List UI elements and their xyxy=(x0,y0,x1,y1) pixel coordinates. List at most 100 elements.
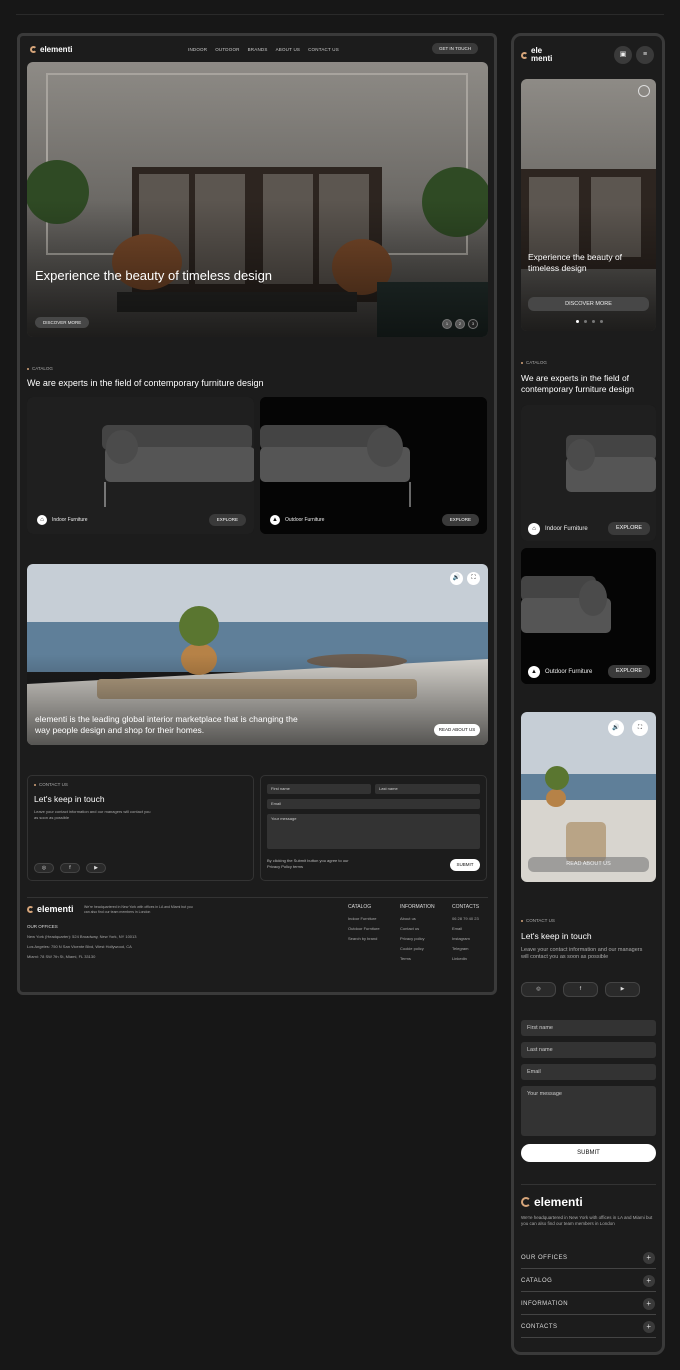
logo-icon xyxy=(521,51,528,59)
footer-link[interactable]: Contact us xyxy=(400,924,435,934)
footer-link[interactable]: Outdoor Furniture xyxy=(348,924,380,934)
desktop-nav: elementi INDOOR OUTDOOR BRANDS ABOUT US … xyxy=(30,42,480,56)
slide-dot[interactable] xyxy=(600,320,603,323)
footer-link[interactable]: Instagram xyxy=(452,934,479,944)
slide-dot[interactable]: 2 xyxy=(455,319,465,329)
footer-tagline: We're headquartered in New York with off… xyxy=(84,905,193,914)
explore-button[interactable]: EXPLORE xyxy=(608,522,650,535)
nav-menu: INDOOR OUTDOOR BRANDS ABOUT US CONTACT U… xyxy=(188,47,339,52)
outdoor-card[interactable]: ▲ Outdoor Furniture EXPLORE xyxy=(260,397,487,534)
hero-image xyxy=(521,79,656,331)
house-icon: ⌂ xyxy=(37,515,47,525)
footer-link[interactable]: Email xyxy=(452,924,479,934)
plus-icon: + xyxy=(643,1275,655,1287)
accordion-catalog[interactable]: CATALOG + xyxy=(521,1270,656,1292)
footer-link[interactable]: Linkedin xyxy=(452,954,479,964)
menu-icon[interactable]: ≡ xyxy=(636,46,654,64)
logo-icon xyxy=(521,1197,531,1207)
footer-link[interactable]: Cookie policy xyxy=(400,944,435,954)
last-name-field[interactable]: Last name xyxy=(375,784,480,794)
first-name-field[interactable]: First name xyxy=(521,1020,656,1036)
footer-link[interactable]: Telegram xyxy=(452,944,479,954)
nav-item-contact[interactable]: CONTACT US xyxy=(308,47,339,52)
email-field[interactable]: Email xyxy=(521,1064,656,1080)
footer-link[interactable]: Indoor Furniture xyxy=(348,914,380,924)
outdoor-card[interactable]: ▲ Outdoor Furniture EXPLORE xyxy=(521,548,656,684)
first-name-field[interactable]: First name xyxy=(267,784,371,794)
logo[interactable]: elementi xyxy=(30,45,72,54)
last-name-field[interactable]: Last name xyxy=(521,1042,656,1058)
sofa-image xyxy=(521,405,656,541)
contact-title: Let's keep in touch xyxy=(34,794,105,804)
logo-icon xyxy=(30,45,37,53)
facebook-icon[interactable]: f xyxy=(60,863,80,873)
hero-pagination: 1 2 3 xyxy=(442,319,478,329)
about-video[interactable]: 🔊 ⛶ elementi is the leading global inter… xyxy=(27,564,488,745)
footer-link[interactable]: 06 28 79 40 23 xyxy=(452,914,479,924)
catalog-title: We are experts in the field of contempor… xyxy=(521,373,634,394)
slide-dot[interactable]: 1 xyxy=(442,319,452,329)
youtube-icon[interactable]: ▶ xyxy=(86,863,106,873)
footer-tagline: We're headquartered in New York with off… xyxy=(521,1215,653,1226)
footer-catalog: CATALOG Indoor Furniture Outdoor Furnitu… xyxy=(348,902,380,944)
footer-logo[interactable]: elementi xyxy=(27,904,74,914)
fullscreen-icon[interactable]: ⛶ xyxy=(632,720,648,736)
outdoor-label: ▲ Outdoor Furniture xyxy=(270,515,324,525)
catalog-title: We are experts in the field of contempor… xyxy=(27,378,264,388)
indoor-card[interactable]: ⌂ Indoor Furniture EXPLORE xyxy=(27,397,254,534)
email-field[interactable]: Email xyxy=(267,799,480,809)
instagram-icon[interactable]: ◎ xyxy=(34,863,54,873)
youtube-icon[interactable]: ▶ xyxy=(605,982,640,997)
nav-item-outdoor[interactable]: OUTDOOR xyxy=(215,47,239,52)
office-ny: New York (Headquarter): 524 Broadway, Ne… xyxy=(27,934,137,939)
mobile-logo[interactable]: ele menti xyxy=(521,47,552,63)
office-la: Los Angeles: 750 N San Vicente Blvd, Wes… xyxy=(27,944,132,949)
contact-eyebrow: CONTACT US xyxy=(34,782,68,787)
accordion-offices[interactable]: OUR OFFICES + xyxy=(521,1247,656,1269)
indoor-card[interactable]: ⌂ Indoor Furniture EXPLORE xyxy=(521,405,656,541)
footer-link[interactable]: Privacy policy xyxy=(400,934,435,944)
fullscreen-icon[interactable]: ⛶ xyxy=(467,572,480,585)
hero-title: Experience the beauty of timeless design xyxy=(35,268,273,283)
catalog-eyebrow: CATALOG xyxy=(27,366,53,371)
accordion-information[interactable]: INFORMATION + xyxy=(521,1293,656,1315)
explore-button[interactable]: EXPLORE xyxy=(208,514,246,526)
read-about-us-button[interactable]: READ ABOUT US xyxy=(434,724,480,736)
hero-indicator xyxy=(638,85,650,97)
nav-item-indoor[interactable]: INDOOR xyxy=(188,47,207,52)
message-field[interactable]: Your message xyxy=(267,814,480,849)
submit-button[interactable]: SUBMIT xyxy=(521,1144,656,1162)
facebook-icon[interactable]: f xyxy=(563,982,598,997)
slide-dot[interactable] xyxy=(592,320,595,323)
slide-dot[interactable] xyxy=(584,320,587,323)
nav-item-brands[interactable]: BRANDS xyxy=(248,47,268,52)
chat-icon[interactable]: ▣ xyxy=(614,46,632,64)
accordion-contacts[interactable]: CONTACTS + xyxy=(521,1316,656,1338)
volume-icon[interactable]: 🔊 xyxy=(608,720,624,736)
top-divider xyxy=(16,14,664,15)
discover-more-button[interactable]: DISCOVER MORE xyxy=(35,317,90,328)
instagram-icon[interactable]: ◎ xyxy=(521,982,556,997)
logo-text: elementi xyxy=(40,44,73,54)
slide-dot[interactable]: 3 xyxy=(468,319,478,329)
read-about-us-button[interactable]: READ ABOUT US xyxy=(528,857,649,872)
footer-logo[interactable]: elementi xyxy=(521,1195,583,1209)
about-video[interactable]: 🔊 ⛶ READ ABOUT US xyxy=(521,712,656,882)
footer-divider xyxy=(521,1184,656,1185)
outdoor-label: ▲ Outdoor Furniture xyxy=(528,666,592,678)
submit-button[interactable]: SUBMIT xyxy=(450,859,480,871)
get-in-touch-button[interactable]: GET IN TOUCH xyxy=(431,43,478,54)
volume-icon[interactable]: 🔊 xyxy=(450,572,463,585)
footer-link[interactable]: About us xyxy=(400,914,435,924)
footer-link[interactable]: Terms xyxy=(400,954,435,964)
footer-link[interactable]: Search by brand xyxy=(348,934,380,944)
offices-list: New York (Headquarter): 524 Broadway, Ne… xyxy=(27,932,136,962)
slide-dot[interactable] xyxy=(576,320,579,323)
plus-icon: + xyxy=(643,1298,655,1310)
nav-item-about[interactable]: ABOUT US xyxy=(276,47,301,52)
office-miami: Miami: 78 SW 7th St, Miami, FL 33130 xyxy=(27,954,96,959)
explore-button[interactable]: EXPLORE xyxy=(608,665,650,678)
discover-more-button[interactable]: DISCOVER MORE xyxy=(528,297,649,311)
explore-button[interactable]: EXPLORE xyxy=(441,514,479,526)
message-field[interactable]: Your message xyxy=(521,1086,656,1136)
